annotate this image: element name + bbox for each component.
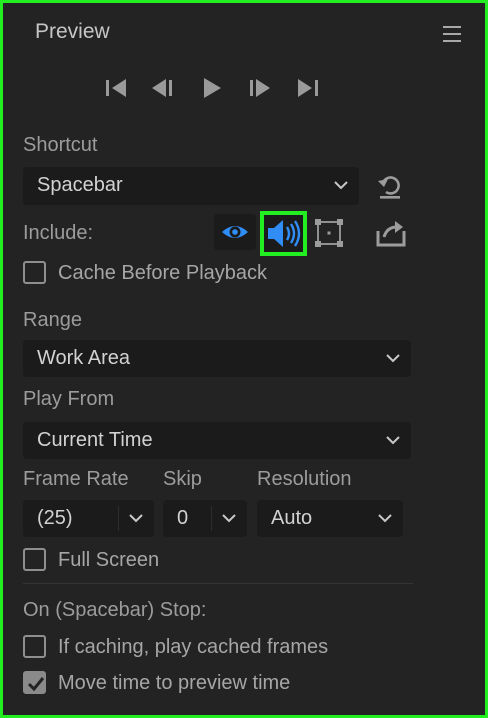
last-frame-icon[interactable] [295,75,321,101]
cache-before-playback-label[interactable]: Cache Before Playback [58,262,267,285]
frame-rate-value: (25) [37,507,73,529]
play-icon[interactable] [199,75,225,101]
overlay-bounds-icon [315,219,343,247]
eye-icon [222,226,248,238]
include-overlays-toggle[interactable] [313,217,345,249]
next-frame-icon[interactable] [247,75,273,101]
range-value: Work Area [37,347,130,369]
include-video-toggle[interactable] [214,214,256,250]
skip-dropdown[interactable]: 0 [163,500,247,537]
resolution-dropdown[interactable]: Auto [257,500,403,537]
chevron-down-icon [334,181,348,190]
chevron-down-icon [222,514,236,523]
play-from-label: Play From [23,388,115,410]
include-label: Include: [23,222,94,244]
chevron-down-icon [386,436,400,445]
chevron-down-icon [386,354,400,363]
include-audio-toggle[interactable] [260,211,307,256]
if-caching-label[interactable]: If caching, play cached frames [58,636,328,659]
shortcut-label: Shortcut [23,134,98,156]
first-frame-icon[interactable] [103,75,129,101]
preview-panel: Preview Shortcut Spacebar Include: Cache… [0,0,488,718]
range-label: Range [23,309,82,331]
full-screen-checkbox[interactable] [23,548,46,571]
skip-label: Skip [163,468,202,490]
shortcut-dropdown[interactable]: Spacebar [23,167,359,205]
chevron-down-icon [378,514,392,523]
frame-rate-dropdown[interactable]: (25) [23,500,154,537]
play-from-value: Current Time [37,429,153,451]
speaker-icon [268,220,301,247]
panel-menu-icon[interactable] [443,26,461,42]
previous-frame-icon[interactable] [149,75,175,101]
chevron-down-icon [129,514,143,523]
panel-title: Preview [35,20,110,43]
move-time-checkbox[interactable] [23,671,46,694]
cache-before-playback-checkbox[interactable] [23,261,46,284]
move-time-label[interactable]: Move time to preview time [58,672,290,695]
frame-rate-label: Frame Rate [23,468,129,490]
reset-shortcut-icon[interactable] [375,171,405,201]
share-export-icon[interactable] [375,217,407,249]
play-from-dropdown[interactable]: Current Time [23,422,411,459]
full-screen-label[interactable]: Full Screen [58,549,159,572]
if-caching-checkbox[interactable] [23,635,46,658]
skip-value: 0 [177,507,189,529]
on-stop-label: On (Spacebar) Stop: [23,599,207,621]
range-dropdown[interactable]: Work Area [23,340,411,377]
shortcut-value: Spacebar [37,174,123,196]
checkmark-icon [27,677,45,692]
divider [23,583,413,584]
resolution-label: Resolution [257,468,352,490]
resolution-value: Auto [271,507,313,529]
